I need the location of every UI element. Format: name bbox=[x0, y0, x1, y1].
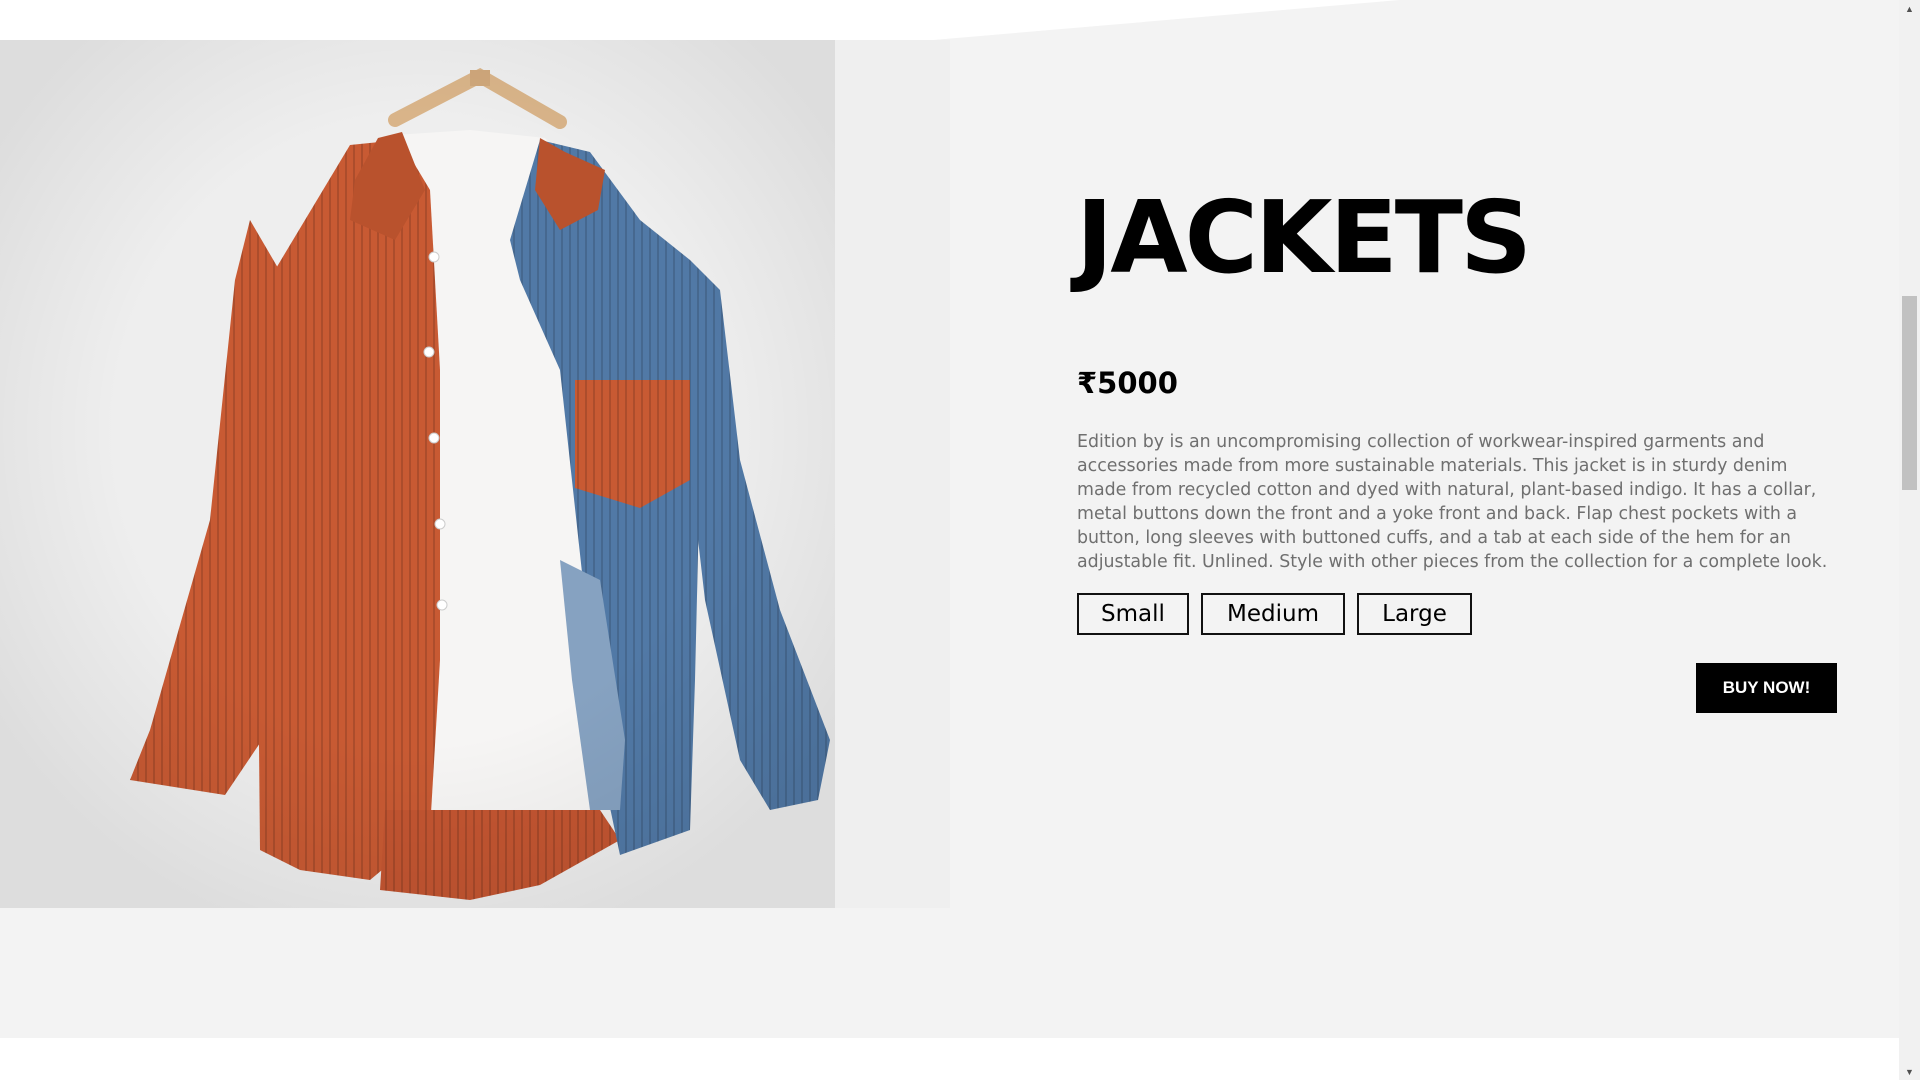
size-selector: Small Medium Large bbox=[1077, 593, 1472, 635]
product-price: ₹5000 bbox=[1077, 366, 1178, 400]
buy-now-button[interactable]: BUY NOW! bbox=[1696, 663, 1837, 713]
scroll-down-arrow-icon[interactable]: ▼ bbox=[1899, 1063, 1920, 1080]
size-small-button[interactable]: Small bbox=[1077, 593, 1189, 635]
size-large-button[interactable]: Large bbox=[1357, 593, 1472, 635]
vertical-scrollbar[interactable]: ▲ ▼ bbox=[1899, 0, 1920, 1080]
product-title: JACKETS bbox=[1076, 179, 1532, 296]
product-description: Edition by is an uncompromising collecti… bbox=[1077, 432, 1828, 572]
scroll-up-arrow-icon[interactable]: ▲ bbox=[1899, 0, 1920, 17]
size-medium-button[interactable]: Medium bbox=[1201, 593, 1345, 635]
product-page: JACKETS ₹5000 Edition by is an uncomprom… bbox=[0, 0, 1899, 1080]
scrollbar-thumb[interactable] bbox=[1902, 296, 1917, 490]
product-image bbox=[0, 40, 950, 908]
